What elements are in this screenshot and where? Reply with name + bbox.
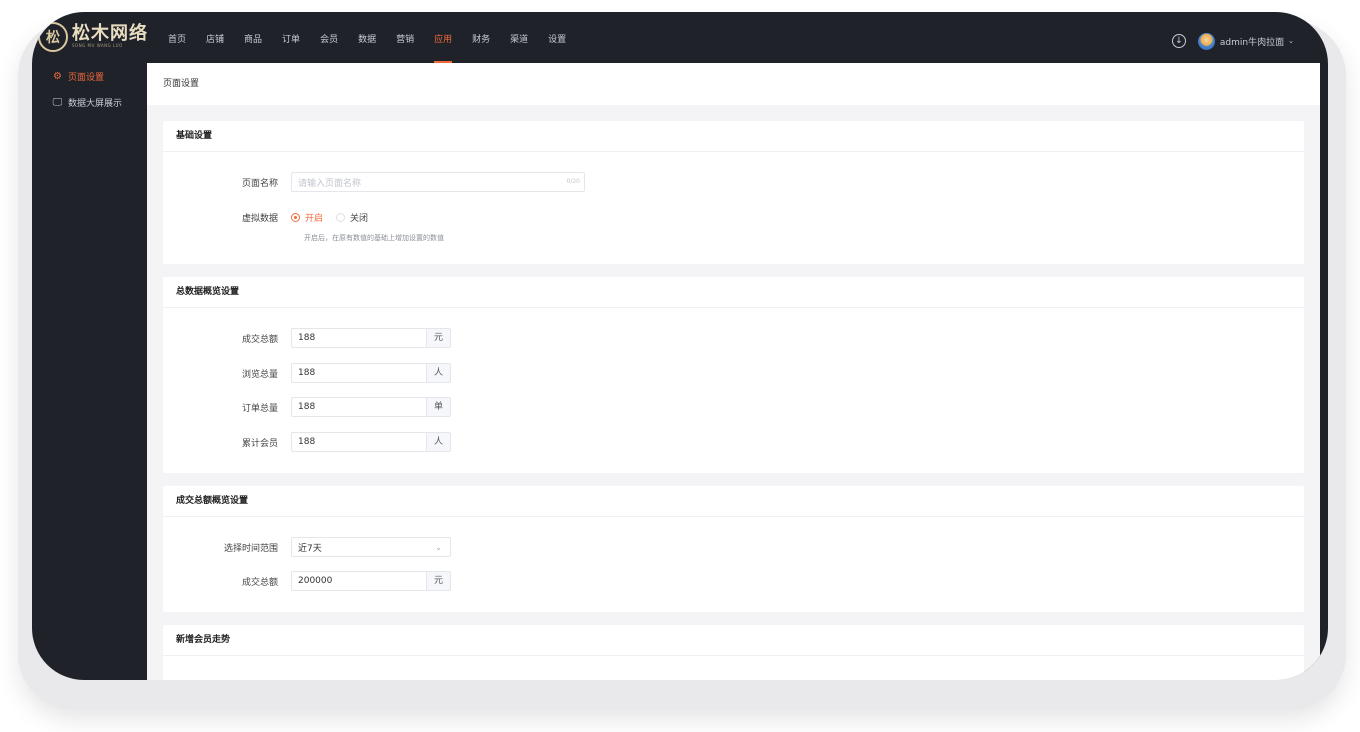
nav-item-data[interactable]: 数据	[348, 12, 386, 63]
field-label: 虚拟数据	[241, 213, 278, 224]
input-group: 188 单	[291, 397, 451, 417]
input-group: 200000 元	[291, 571, 451, 591]
card-member-trend: 新增会员走势	[163, 625, 1304, 680]
card-turnover-settings: 成交总额概览设置 选择时间范围 近7天 ⌄ 成交总额 200000 元	[163, 486, 1304, 612]
nav-item-store[interactable]: 店铺	[196, 12, 234, 63]
input-placeholder: 请输入页面名称	[298, 178, 362, 189]
input-group: 188 人	[291, 432, 451, 452]
radio-dot	[291, 212, 300, 222]
turnover-amount-input[interactable]: 200000	[291, 571, 426, 591]
gear-icon: ⚙	[53, 70, 62, 82]
field-label: 浏览总量	[241, 369, 278, 380]
nav-item-marketing[interactable]: 营销	[386, 12, 424, 63]
radio-off[interactable]: 关闭	[336, 211, 368, 224]
sidebar-item-label: 页面设置	[68, 72, 105, 83]
unit-suffix: 元	[426, 328, 451, 348]
radio-on[interactable]: 开启	[291, 211, 323, 224]
nav-item-orders[interactable]: 订单	[272, 12, 310, 63]
time-range-select[interactable]: 近7天 ⌄	[291, 537, 451, 557]
form-row-total-turnover: 成交总额 188 元	[163, 327, 1304, 349]
top-navigation-bar: 松 松木网络 SONG MU WANG LUO 首页 店铺 商品 订单 会员 数…	[32, 12, 1328, 63]
total-views-input[interactable]: 188	[291, 363, 426, 383]
unit-suffix: 人	[426, 432, 451, 452]
field-label: 成交总额	[241, 334, 278, 345]
card-overview-settings: 总数据概览设置 成交总额 188 元 浏览总量 188 人 订单总量 188 单…	[163, 277, 1304, 473]
app-window: 松 松木网络 SONG MU WANG LUO 首页 店铺 商品 订单 会员 数…	[32, 12, 1328, 680]
brand-name: 松木网络	[72, 23, 148, 44]
avatar[interactable]	[1197, 32, 1215, 50]
card-basic-settings: 基础设置 页面名称 请输入页面名称 0/20 虚拟数据 开启 关闭 开启后，在原…	[163, 121, 1304, 264]
sidebar-item-page-settings[interactable]: ⚙ 页面设置	[32, 63, 147, 89]
card-title: 总数据概览设置	[163, 277, 1304, 308]
brand-logo[interactable]: 松 松木网络 SONG MU WANG LUO	[38, 22, 148, 52]
unit-suffix: 元	[426, 571, 451, 591]
nav-item-settings[interactable]: 设置	[538, 12, 576, 63]
total-members-input[interactable]: 188	[291, 432, 426, 452]
unit-suffix: 单	[426, 397, 451, 417]
form-row-page-name: 页面名称 请输入页面名称 0/20	[163, 171, 1304, 193]
main-nav: 首页 店铺 商品 订单 会员 数据 营销 应用 财务 渠道 设置	[158, 12, 576, 63]
nav-item-finance[interactable]: 财务	[462, 12, 500, 63]
form-row-total-views: 浏览总量 188 人	[163, 362, 1304, 384]
input-group: 188 元	[291, 328, 451, 348]
monitor-icon: 🖵	[52, 96, 63, 108]
chevron-down-icon: ⌄	[435, 542, 442, 552]
sidebar: ⚙ 页面设置 🖵 数据大屏展示	[32, 63, 147, 680]
chevron-down-icon[interactable]: ⌄	[1288, 37, 1294, 45]
field-label: 订单总量	[241, 403, 278, 414]
form-row-virtual-data: 虚拟数据 开启 关闭	[163, 206, 1304, 228]
nav-item-apps[interactable]: 应用	[424, 12, 462, 63]
nav-item-goods[interactable]: 商品	[234, 12, 272, 63]
input-group: 188 人	[291, 363, 451, 383]
main-content: 页面设置 基础设置 页面名称 请输入页面名称 0/20 虚拟数据 开启 关闭 开…	[147, 63, 1320, 680]
field-label: 选择时间范围	[223, 543, 278, 554]
sidebar-item-data-screen[interactable]: 🖵 数据大屏展示	[32, 89, 147, 115]
nav-item-channels[interactable]: 渠道	[500, 12, 538, 63]
nav-item-home[interactable]: 首页	[158, 12, 196, 63]
total-orders-input[interactable]: 188	[291, 397, 426, 417]
form-row-turnover-amount: 成交总额 200000 元	[163, 570, 1304, 592]
radio-label: 开启	[305, 213, 324, 224]
user-area: ↓ admin牛肉拉面 ⌄	[1171, 32, 1294, 50]
sidebar-item-label: 数据大屏展示	[68, 98, 123, 109]
radio-label: 关闭	[350, 213, 369, 224]
page-name-input[interactable]: 请输入页面名称 0/20	[291, 172, 585, 192]
card-title: 成交总额概览设置	[163, 486, 1304, 517]
page-title: 页面设置	[147, 63, 1320, 105]
field-label: 累计会员	[241, 438, 278, 449]
download-icon[interactable]: ↓	[1171, 34, 1186, 48]
form-row-total-orders: 订单总量 188 单	[163, 396, 1304, 418]
select-value: 近7天	[298, 543, 322, 554]
card-title: 新增会员走势	[163, 625, 1304, 656]
char-counter: 0/20	[566, 178, 580, 185]
total-turnover-input[interactable]: 188	[291, 328, 426, 348]
nav-item-members[interactable]: 会员	[310, 12, 348, 63]
logo-mark-icon: 松	[38, 22, 68, 52]
form-row-total-members: 累计会员 188 人	[163, 431, 1304, 453]
unit-suffix: 人	[426, 363, 451, 383]
logo-text: 松木网络 SONG MU WANG LUO	[72, 25, 148, 49]
field-label: 成交总额	[241, 577, 278, 588]
brand-tagline: SONG MU WANG LUO	[72, 43, 123, 48]
radio-dot	[336, 212, 346, 222]
field-label: 页面名称	[241, 178, 278, 189]
form-row-time-range: 选择时间范围 近7天 ⌄	[163, 536, 1304, 558]
card-title: 基础设置	[163, 121, 1304, 152]
user-name[interactable]: admin牛肉拉面	[1220, 35, 1284, 48]
virtual-data-hint: 开启后，在原有数值的基础上增加设置的数值	[304, 234, 444, 242]
